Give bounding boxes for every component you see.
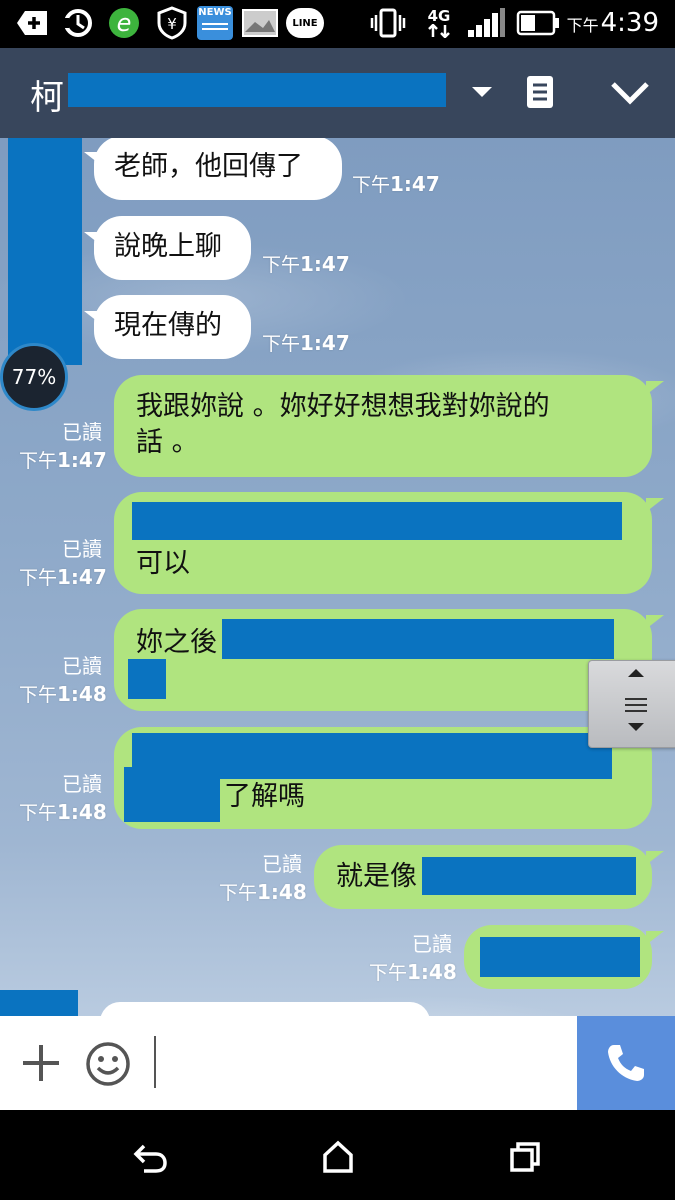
fast-scroll-handle[interactable]: [588, 660, 675, 748]
outgoing-bubble[interactable]: 妳之後: [114, 609, 652, 711]
redaction-block: [422, 857, 636, 895]
sync-icon: [60, 6, 96, 40]
message-text: 妳之後: [136, 627, 217, 658]
svg-text:¥: ¥: [167, 15, 177, 33]
message-text: 可以: [136, 548, 190, 579]
avatar-redaction: [8, 138, 82, 365]
incoming-bubble[interactable]: 老師，他回傳了: [94, 138, 342, 200]
read-receipt: 已讀: [262, 852, 302, 876]
battery-icon: [516, 6, 560, 40]
notes-icon[interactable]: [525, 74, 555, 114]
line-app-icon: LINE: [285, 6, 325, 40]
read-receipt: 已讀: [412, 932, 452, 956]
emoji-icon[interactable]: [84, 1040, 132, 1092]
news-app-icon: NEWS: [196, 6, 234, 40]
message-time: 下午1:47: [262, 252, 350, 276]
network-4g-icon: 4G: [422, 6, 456, 40]
message-text-line: 話 。: [136, 427, 199, 458]
avatar-redaction: [0, 990, 78, 1018]
android-nav-bar: [0, 1110, 675, 1200]
collapse-chevron-icon[interactable]: [610, 80, 650, 110]
chat-header: 柯: [0, 48, 675, 138]
chat-title[interactable]: 柯: [30, 70, 64, 119]
message-text: 老師，他回傳了: [114, 151, 303, 182]
call-button[interactable]: [577, 1016, 675, 1110]
status-bar: e ¥ NEWS LINE 4G 下午4:39: [0, 0, 675, 48]
message-input[interactable]: [162, 1036, 566, 1090]
message-time: 下午1:48: [219, 880, 307, 904]
gallery-icon: [240, 6, 280, 40]
outgoing-bubble[interactable]: 了解嗎: [114, 727, 652, 829]
home-icon[interactable]: [313, 1132, 363, 1182]
redaction-block: [124, 767, 220, 822]
incoming-bubble[interactable]: 說晚上聊: [94, 216, 251, 280]
outgoing-bubble[interactable]: 我跟妳說 。妳好好想想我對妳說的 話 。: [114, 375, 652, 477]
redaction-block: [222, 619, 614, 659]
message-text: 就是像: [336, 861, 417, 892]
status-time: 下午4:39: [566, 8, 659, 38]
message-time: 下午1:47: [19, 565, 107, 589]
dropdown-arrow-icon[interactable]: [470, 84, 494, 103]
battery-overlay-badge: 77%: [0, 343, 68, 411]
redaction-block: [68, 73, 446, 107]
bubble-tail: [646, 381, 664, 395]
message-input-bar: [0, 1016, 675, 1110]
svg-text:e: e: [117, 9, 132, 37]
message-time: 下午1:48: [369, 960, 457, 984]
shield-yen-icon: ¥: [154, 6, 190, 40]
signal-icon: [466, 6, 506, 40]
message-text: 了解嗎: [224, 781, 305, 812]
message-text: 說晚上聊: [114, 231, 222, 262]
add-attachment-icon[interactable]: [20, 1042, 62, 1088]
redaction-block: [128, 659, 166, 699]
message-time: 下午1:47: [262, 331, 350, 355]
outgoing-bubble[interactable]: 可以: [114, 492, 652, 594]
phone-icon: [608, 1045, 644, 1081]
message-time: 下午1:47: [352, 172, 440, 196]
outgoing-bubble[interactable]: [464, 925, 652, 989]
read-receipt: 已讀: [62, 537, 102, 561]
message-time: 下午1:48: [19, 800, 107, 824]
bubble-tail: [646, 498, 664, 512]
incoming-bubble[interactable]: 現在傳的: [94, 295, 251, 359]
outgoing-bubble[interactable]: 就是像: [314, 845, 652, 909]
chat-area[interactable]: 77% 老師，他回傳了 下午1:47 說晚上聊 下午1:47 現在傳的 下午1:…: [0, 138, 675, 1018]
read-receipt: 已讀: [62, 772, 102, 796]
read-receipt: 已讀: [62, 654, 102, 678]
redaction-block: [480, 937, 640, 977]
redaction-block: [132, 502, 622, 540]
recent-apps-icon[interactable]: [500, 1132, 550, 1182]
message-time: 下午1:48: [19, 682, 107, 706]
text-cursor: [154, 1036, 156, 1088]
message-time: 下午1:47: [19, 448, 107, 472]
message-text-line: 我跟妳說 。妳好好想想我對妳說的: [136, 391, 550, 422]
back-icon[interactable]: [125, 1132, 175, 1182]
bubble-tail: [646, 615, 664, 629]
bubble-tail: [646, 851, 664, 865]
bubble-tail: [646, 931, 664, 945]
read-receipt: 已讀: [62, 420, 102, 444]
vibrate-icon: [370, 6, 406, 40]
browser-e-icon: e: [106, 6, 142, 40]
message-text: 現在傳的: [114, 310, 222, 341]
add-icon: [14, 6, 50, 40]
